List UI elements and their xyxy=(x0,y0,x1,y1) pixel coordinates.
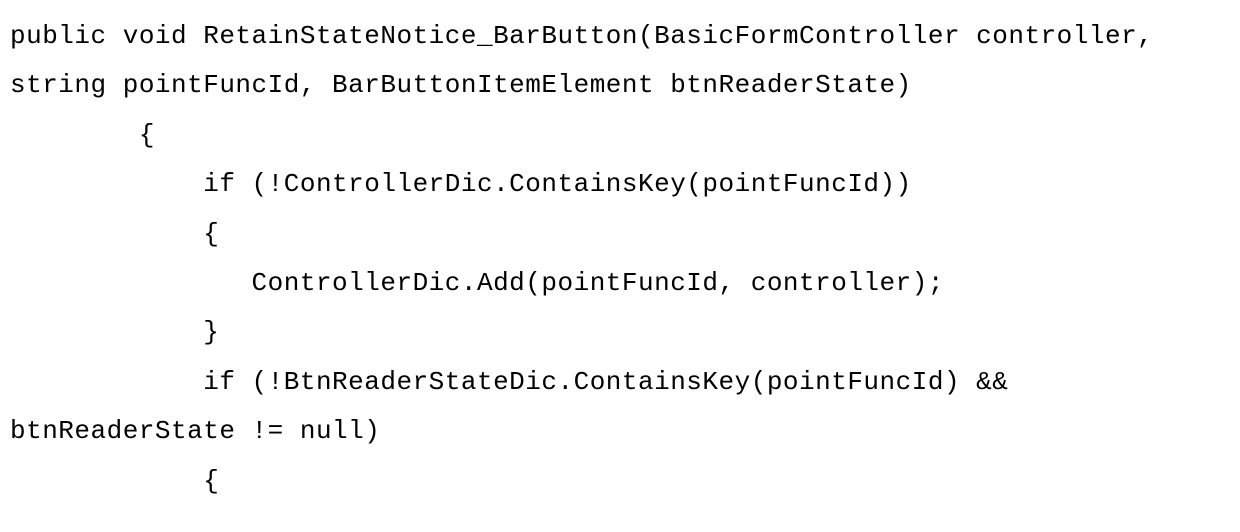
code-line-2: string pointFuncId, BarButtonItemElement… xyxy=(10,70,912,100)
code-line-4: if (!ControllerDic.ContainsKey(pointFunc… xyxy=(10,169,912,199)
code-line-3: { xyxy=(10,120,155,150)
code-line-6: ControllerDic.Add(pointFuncId, controlle… xyxy=(10,268,944,298)
code-line-7: } xyxy=(10,317,219,347)
code-block: public void RetainStateNotice_BarButton(… xyxy=(10,12,1230,506)
code-line-1: public void RetainStateNotice_BarButton(… xyxy=(10,21,1153,51)
code-line-5: { xyxy=(10,219,219,249)
code-line-8: if (!BtnReaderStateDic.ContainsKey(point… xyxy=(10,367,1008,397)
code-line-9: btnReaderState != null) xyxy=(10,416,380,446)
code-line-10: { xyxy=(10,466,219,496)
